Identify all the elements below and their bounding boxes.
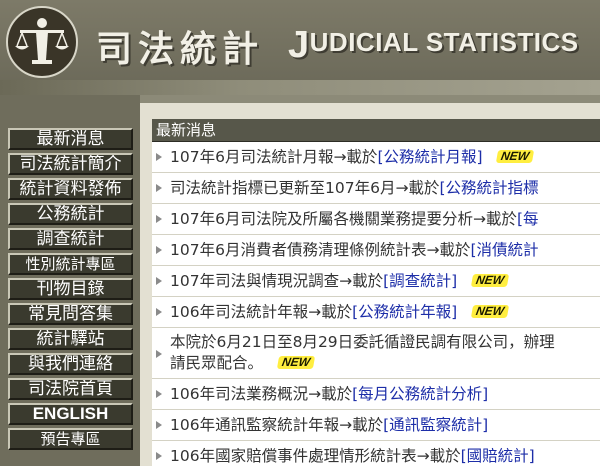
- news-list: 107年6月司法統計月報→載於[公務統計月報] NEW 司法統計指標已更新至10…: [152, 142, 600, 466]
- new-badge: NEW: [470, 273, 510, 287]
- nav-faq[interactable]: 常見問答集: [8, 303, 133, 325]
- news-panel: 最新消息 107年6月司法統計月報→載於[公務統計月報] NEW 司法統計指標已…: [152, 119, 600, 466]
- nav-latest-news[interactable]: 最新消息: [8, 128, 133, 150]
- nav-preview-zone[interactable]: 預告專區: [8, 428, 133, 450]
- nav-stats-station[interactable]: 統計驛站: [8, 328, 133, 350]
- news-text: 司法統計指標已更新至107年6月→載於: [170, 179, 440, 197]
- news-item: 本院於6月21日至8月29日委託循證民調有限公司，辦理 請民眾配合。 NEW: [152, 328, 600, 379]
- triangle-right-icon: [156, 153, 162, 161]
- triangle-right-icon: [156, 215, 162, 223]
- news-link[interactable]: [通訊監察統計]: [383, 416, 488, 434]
- news-item: 司法統計指標已更新至107年6月→載於[公務統計指標: [152, 173, 600, 204]
- nav-judicial-home[interactable]: 司法院首頁: [8, 378, 133, 400]
- news-item: 106年司法業務概況→載於[每月公務統計分析]: [152, 379, 600, 410]
- news-link[interactable]: [公務統計月報]: [377, 148, 482, 166]
- news-link[interactable]: [公務統計指標: [439, 179, 538, 197]
- news-link[interactable]: [每: [517, 210, 539, 228]
- nav-data-release[interactable]: 統計資料發佈: [8, 178, 133, 200]
- scales-of-justice-icon[interactable]: [6, 6, 78, 78]
- news-link[interactable]: [國賠統計]: [461, 447, 535, 465]
- news-text: 107年6月司法統計月報→載於: [170, 148, 378, 166]
- new-badge: NEW: [496, 149, 535, 163]
- news-item: 107年6月消費者債務清理條例統計表→載於[消債統計: [152, 235, 600, 266]
- news-item: 106年司法統計年報→載於[公務統計年報] NEW: [152, 297, 600, 328]
- news-text: 106年國家賠償事件處理情形統計表→載於: [170, 447, 461, 465]
- triangle-right-icon: [156, 390, 162, 398]
- news-link[interactable]: [消債統計: [470, 241, 538, 259]
- news-text: 107年6月消費者債務清理條例統計表→載於: [170, 241, 471, 259]
- site-title-english: JUDICIAL STATISTICS: [288, 24, 579, 67]
- news-item: 107年6月司法統計月報→載於[公務統計月報] NEW: [152, 142, 600, 173]
- triangle-right-icon: [156, 421, 162, 429]
- new-badge: NEW: [276, 355, 316, 369]
- nav-english[interactable]: ENGLISH: [8, 403, 133, 425]
- news-heading: 最新消息: [152, 119, 600, 142]
- header-banner: 司法統計 JUDICIAL STATISTICS: [0, 0, 600, 95]
- news-link[interactable]: [每月公務統計分析]: [352, 385, 488, 403]
- site-title-chinese: 司法統計: [96, 28, 265, 70]
- news-text-continued[interactable]: 請民眾配合。: [170, 354, 263, 372]
- nav-publications[interactable]: 刊物目錄: [8, 278, 133, 300]
- triangle-right-icon: [156, 350, 162, 358]
- news-item: 107年6月司法院及所屬各機關業務提要分析→載於[每: [152, 204, 600, 235]
- news-item: 106年國家賠償事件處理情形統計表→載於[國賠統計]: [152, 441, 600, 466]
- news-text: 107年6月司法院及所屬各機關業務提要分析→載於: [170, 210, 517, 228]
- triangle-right-icon: [156, 246, 162, 254]
- nav-gender-stats[interactable]: 性別統計專區: [8, 253, 133, 275]
- news-link[interactable]: [公務統計年報]: [352, 303, 457, 321]
- news-item: 107年司法與情現況調查→載於[調查統計] NEW: [152, 266, 600, 297]
- title-en-rest: UDICIAL STATISTICS: [309, 27, 579, 57]
- news-item: 106年通訊監察統計年報→載於[通訊監察統計]: [152, 410, 600, 441]
- news-link[interactable]: [調查統計]: [383, 272, 457, 290]
- nav-survey-stats[interactable]: 調查統計: [8, 228, 133, 250]
- news-text: 107年司法與情現況調查→載於: [170, 272, 384, 290]
- nav-official-stats[interactable]: 公務統計: [8, 203, 133, 225]
- new-badge: NEW: [470, 304, 510, 318]
- header-band: [0, 80, 600, 95]
- nav-contact[interactable]: 與我們連絡: [8, 353, 133, 375]
- content-panel: 最新消息 107年6月司法統計月報→載於[公務統計月報] NEW 司法統計指標已…: [140, 103, 600, 466]
- news-text[interactable]: 本院於6月21日至8月29日委託循證民調有限公司，辦理: [170, 333, 555, 351]
- triangle-right-icon: [156, 184, 162, 192]
- title-en-initial: J: [288, 24, 310, 66]
- main-nav: 最新消息 司法統計簡介 統計資料發佈 公務統計 調查統計 性別統計專區 刊物目錄…: [8, 128, 133, 453]
- triangle-right-icon: [156, 452, 162, 460]
- news-text: 106年通訊監察統計年報→載於: [170, 416, 384, 434]
- triangle-right-icon: [156, 308, 162, 316]
- triangle-right-icon: [156, 277, 162, 285]
- nav-stats-intro[interactable]: 司法統計簡介: [8, 153, 133, 175]
- news-text: 106年司法業務概況→載於: [170, 385, 353, 403]
- news-text: 106年司法統計年報→載於: [170, 303, 353, 321]
